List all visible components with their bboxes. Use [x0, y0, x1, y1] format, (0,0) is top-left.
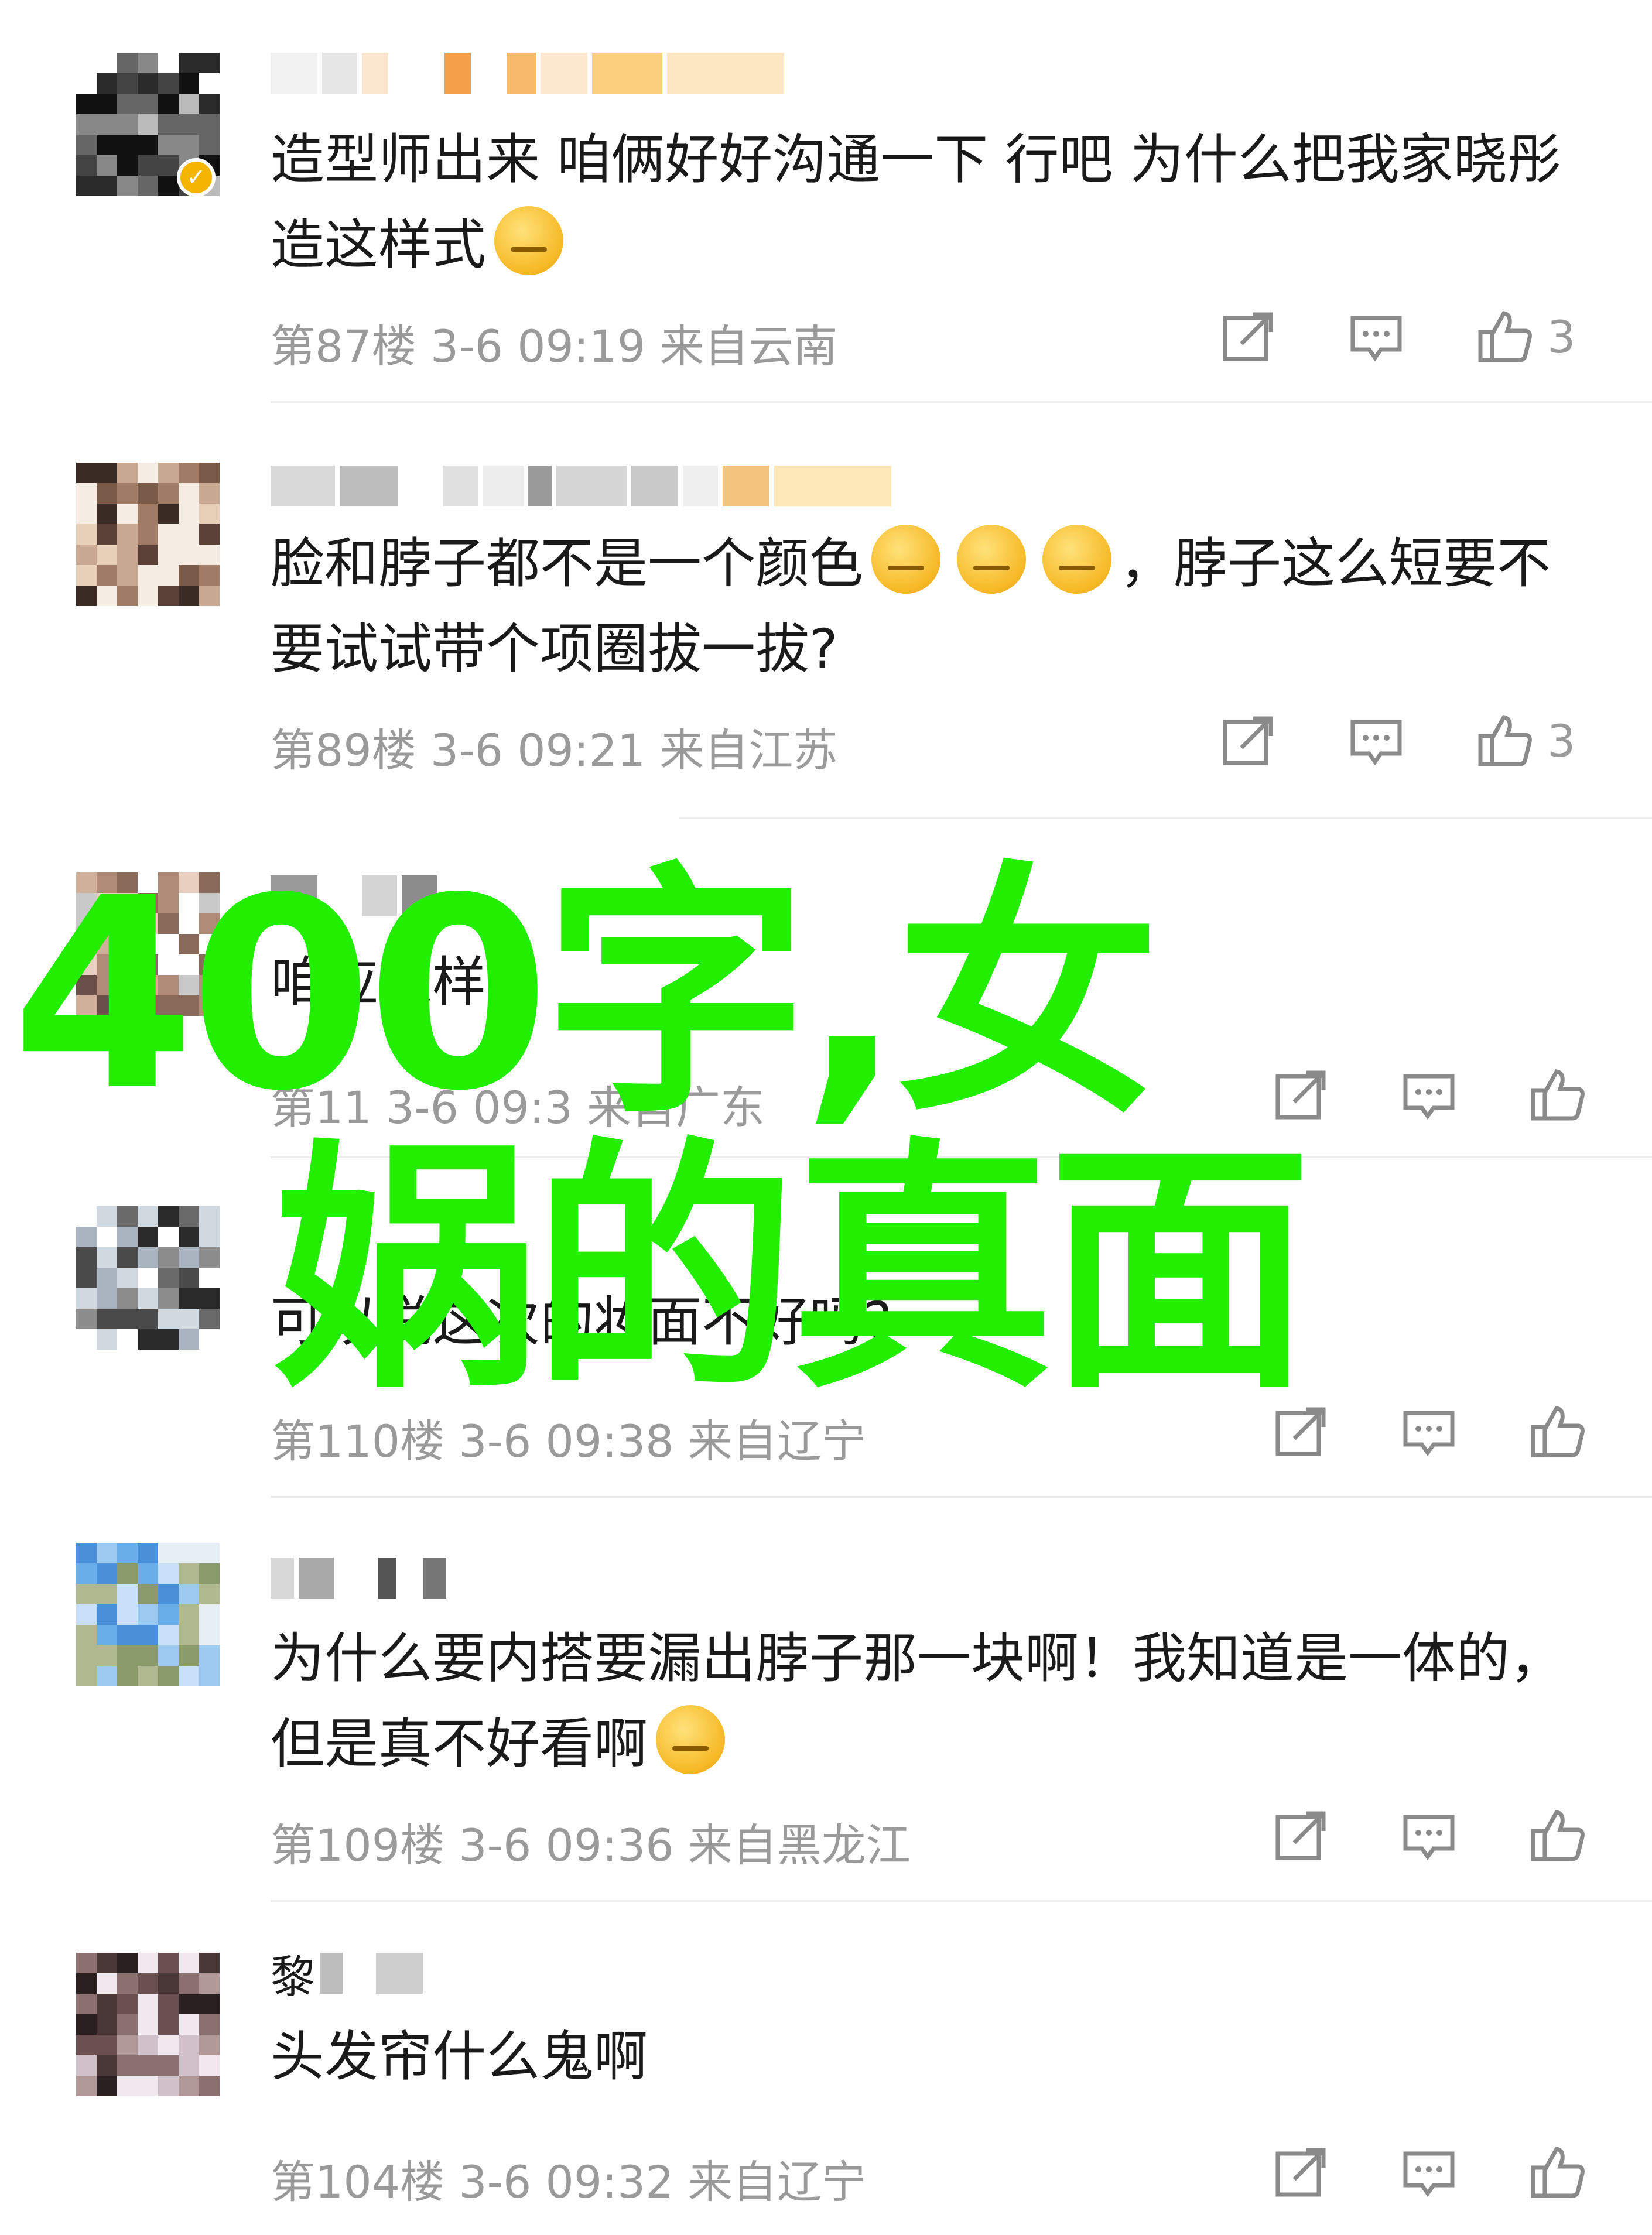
share-icon [1223, 716, 1273, 765]
comment-button[interactable] [1400, 1399, 1458, 1464]
divider [271, 401, 1652, 403]
comment-button[interactable] [1400, 1063, 1458, 1127]
like-icon [1531, 1406, 1585, 1457]
avatar[interactable] [76, 1206, 220, 1350]
comment-meta: 第89楼 3-6 09:21 来自江苏 [271, 714, 837, 779]
nickname-text: 黎 [271, 1951, 315, 2003]
share-icon [1275, 1070, 1326, 1120]
avatar[interactable] [76, 463, 220, 606]
like-icon [1478, 311, 1532, 362]
comment-icon [1403, 1815, 1455, 1861]
avatar[interactable] [76, 1543, 220, 1686]
share-icon [1275, 2148, 1326, 2197]
location: 来自云南 [659, 320, 838, 372]
share-icon [1275, 1811, 1326, 1860]
location: 来自黑龙江 [688, 1819, 911, 1871]
comment-button[interactable] [1400, 1803, 1458, 1868]
date: 3-6 [430, 320, 504, 372]
like-button[interactable]: 3 [1476, 304, 1575, 369]
comment-meta: 第87楼 3-6 09:19 来自云南 [271, 310, 837, 375]
date: 3-6 [459, 1819, 532, 1871]
like-button[interactable] [1528, 1063, 1587, 1127]
comment-button[interactable] [1400, 2140, 1458, 2205]
comment-icon [1403, 2151, 1455, 2198]
like-button[interactable] [1528, 2140, 1587, 2205]
comment-meta: 第109楼 3-6 09:36 来自黑龙江 [271, 1809, 911, 1874]
comment-text: 造型师出来 咱俩好好沟通一下 行吧 为什么把我家晓彤造这样式 [271, 128, 1561, 276]
like-button[interactable] [1528, 1803, 1587, 1868]
overlay-title-line1: 400字,女 [12, 842, 1160, 1149]
comment-text: 为什么要内搭要漏出脖子那一块啊！我知道是一体的，但是真不好看啊 [271, 1627, 1564, 1775]
share-icon [1223, 312, 1273, 361]
date: 3-6 [459, 2156, 532, 2208]
comment-icon [1350, 720, 1402, 766]
emoji-icon [656, 1705, 726, 1774]
time: 09:19 [517, 320, 646, 372]
floor-number: 第104楼 [271, 2156, 445, 2208]
emoji-icon [957, 525, 1027, 594]
share-button[interactable] [1271, 1803, 1329, 1868]
floor-number: 第87楼 [271, 320, 416, 372]
like-icon [1531, 1069, 1585, 1121]
comment-icon [1403, 1411, 1455, 1457]
divider [679, 817, 1652, 819]
comment-text: 头发帘什么鬼啊 [271, 2025, 648, 2088]
like-count: 3 [1547, 714, 1576, 767]
emoji-icon [1042, 525, 1112, 594]
nickname[interactable] [271, 463, 896, 509]
floor-number: 第109楼 [271, 1819, 445, 1871]
like-icon [1531, 2147, 1585, 2198]
date: 3-6 [430, 724, 504, 776]
time: 09:21 [517, 724, 646, 776]
overlay-title-line2: 娲的真面 [275, 1117, 1312, 1424]
comment-icon [1403, 1074, 1455, 1120]
divider [271, 1496, 1652, 1498]
comment-icon [1350, 316, 1402, 362]
avatar[interactable] [76, 1953, 220, 2096]
emoji-icon [494, 206, 564, 275]
nickname[interactable] [271, 1555, 451, 1601]
like-icon [1478, 715, 1532, 766]
nickname[interactable] [271, 50, 789, 97]
like-count: 3 [1547, 310, 1576, 363]
location: 来自江苏 [659, 724, 838, 776]
time: 09:32 [545, 2156, 674, 2208]
location: 来自辽宁 [688, 2156, 866, 2208]
comment-button[interactable] [1347, 304, 1405, 369]
divider [271, 1900, 1652, 1902]
nickname[interactable]: 黎 [271, 1950, 427, 2003]
floor-number: 第89楼 [271, 724, 416, 776]
time: 09:36 [545, 1819, 674, 1871]
comment-text: 脸和脖子都不是一个颜色 ，脖子这么短要不要试试带个项圈拔一拔? [271, 521, 1588, 692]
share-button[interactable] [1218, 304, 1277, 369]
comment-button[interactable] [1347, 709, 1405, 773]
comment-meta: 第104楼 3-6 09:32 来自辽宁 [271, 2146, 866, 2210]
like-button[interactable] [1528, 1399, 1587, 1464]
share-button[interactable] [1218, 709, 1277, 773]
verified-badge-icon: ✓ [177, 158, 216, 197]
emoji-icon [871, 525, 941, 594]
share-button[interactable] [1271, 2140, 1329, 2205]
like-button[interactable]: 3 [1476, 709, 1575, 773]
like-icon [1531, 1810, 1585, 1861]
